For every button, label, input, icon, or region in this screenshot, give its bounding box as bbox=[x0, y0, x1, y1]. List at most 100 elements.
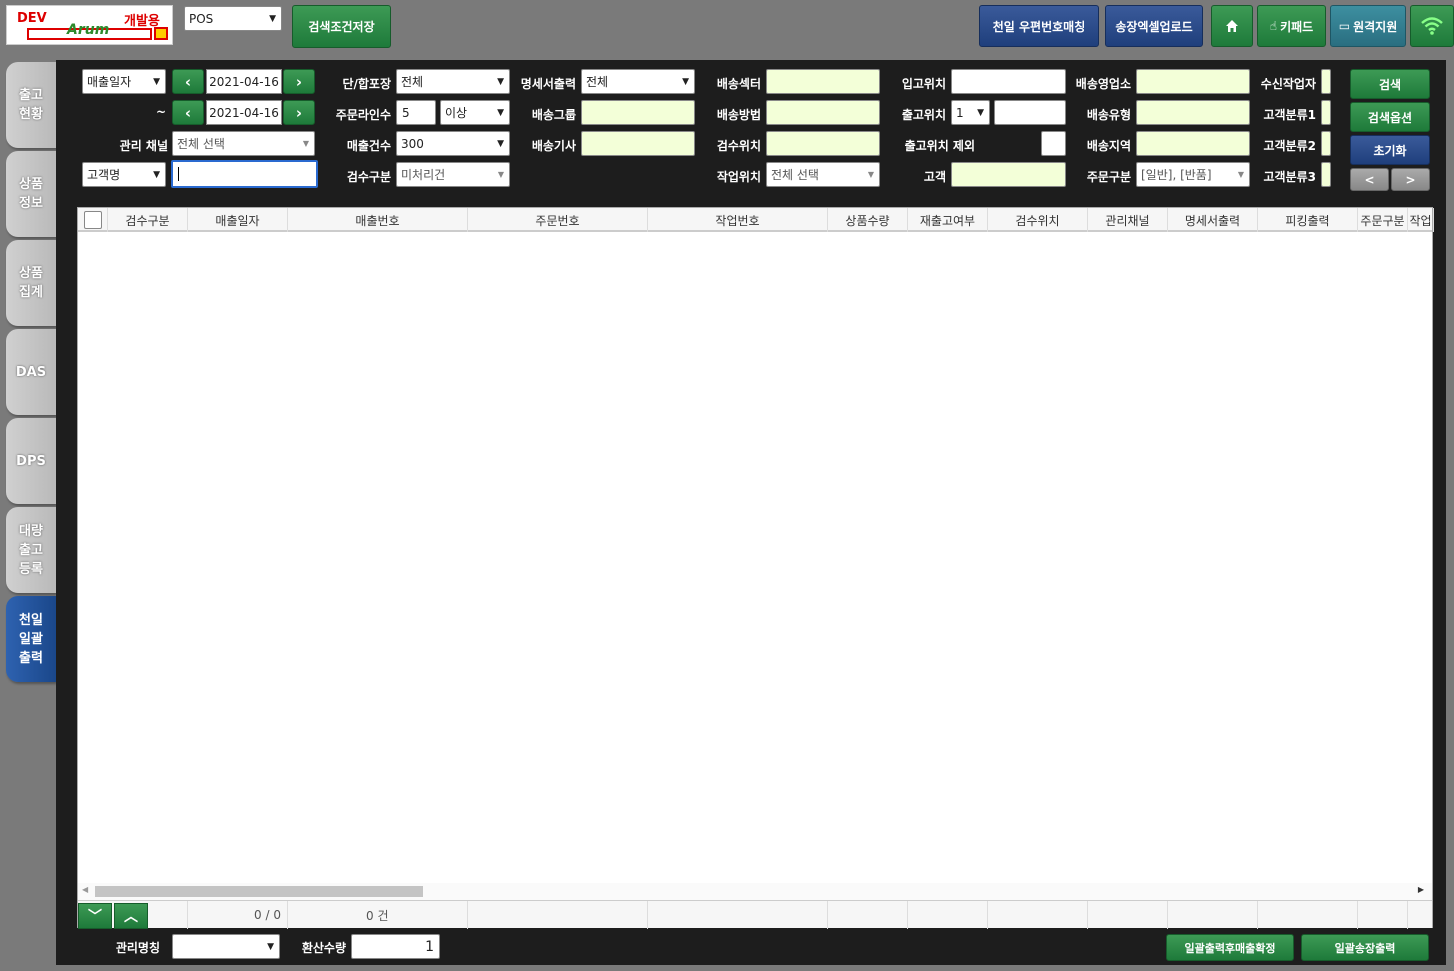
delivery-office-input[interactable] bbox=[1136, 69, 1250, 94]
outbound-loc-input[interactable] bbox=[994, 100, 1066, 125]
select-all-checkbox[interactable] bbox=[83, 211, 102, 229]
grid-header: 검수구분 매출일자 매출번호 주문번호 작업번호 상품수량 재출고여부 검수위치… bbox=[78, 208, 1434, 232]
sales-count-select[interactable]: 300 ▼ bbox=[396, 131, 510, 156]
home-button[interactable] bbox=[1211, 5, 1253, 47]
home-icon bbox=[1226, 20, 1238, 32]
date-from-next-button[interactable]: › bbox=[283, 69, 315, 94]
date-from-prev-button[interactable]: ‹ bbox=[172, 69, 204, 94]
delivery-region-input[interactable] bbox=[1136, 131, 1250, 156]
zip-match-button[interactable]: 천일 우편번호매칭 bbox=[979, 5, 1099, 47]
tab-dps[interactable]: DPS bbox=[6, 418, 56, 504]
tab-product-info[interactable]: 상품 정보 bbox=[6, 151, 56, 237]
wifi-icon bbox=[1421, 17, 1443, 35]
inbound-loc-input[interactable] bbox=[951, 69, 1066, 94]
batch-print-confirm-button[interactable]: 일괄출력후매출확정 bbox=[1166, 934, 1294, 961]
batch-invoice-print-button[interactable]: 일괄송장출력 bbox=[1301, 934, 1429, 961]
save-search-button[interactable]: 검색조건저장 bbox=[292, 5, 391, 48]
convert-qty-input[interactable]: 1 bbox=[351, 934, 440, 959]
cust-class3-input[interactable] bbox=[1321, 162, 1331, 187]
delivery-type-label: 배송유형 bbox=[1086, 108, 1131, 122]
pos-select[interactable]: POS ▼ bbox=[184, 6, 282, 31]
customer-type-select[interactable]: 고객명 ▼ bbox=[82, 162, 166, 187]
outbound-exclude-label: 출고위치 제외 bbox=[904, 139, 975, 153]
search-options-button[interactable]: 검색옵션 bbox=[1350, 102, 1430, 132]
inspect-type-select[interactable]: 미처리건 ▼ bbox=[396, 162, 510, 187]
cust-class2-input[interactable] bbox=[1321, 131, 1331, 156]
horizontal-scrollbar[interactable]: ◀ ▶ bbox=[78, 883, 1432, 900]
tab-product-summary[interactable]: 상품 집계 bbox=[6, 240, 56, 326]
work-loc-select[interactable]: 전체 선택 ▼ bbox=[766, 162, 880, 187]
col-picking[interactable]: 피킹출력 bbox=[1258, 208, 1358, 232]
order-lines-cond-select[interactable]: 이상 ▼ bbox=[440, 100, 510, 125]
col-order-type[interactable]: 주문구분 bbox=[1358, 208, 1408, 232]
order-lines-input[interactable]: 5 bbox=[396, 100, 436, 125]
col-channel[interactable]: 관리채널 bbox=[1088, 208, 1168, 232]
mgmt-name-select[interactable]: ▼ bbox=[172, 934, 280, 959]
statement-select[interactable]: 전체 ▼ bbox=[581, 69, 695, 94]
footer-cell bbox=[648, 901, 828, 929]
reset-button[interactable]: 초기화 bbox=[1350, 135, 1430, 165]
channel-value: 전체 선택 bbox=[177, 137, 225, 151]
tab-das[interactable]: DAS bbox=[6, 329, 56, 415]
inspect-loc-input[interactable] bbox=[766, 131, 880, 156]
scroll-right-icon[interactable]: ▶ bbox=[1418, 885, 1424, 894]
cust-class1-input[interactable] bbox=[1321, 100, 1331, 125]
tab-label: DPS bbox=[16, 453, 46, 469]
col-inspect-loc[interactable]: 검수위치 bbox=[988, 208, 1088, 232]
col-product-qty[interactable]: 상품수량 bbox=[828, 208, 908, 232]
scroll-left-icon[interactable]: ◀ bbox=[82, 885, 88, 894]
pack-label: 단/합포장 bbox=[342, 77, 391, 91]
scroll-up-button[interactable]: ︿ bbox=[114, 903, 148, 929]
col-work[interactable]: 작업 bbox=[1408, 208, 1434, 232]
date-to-input[interactable]: 2021-04-16 bbox=[206, 100, 282, 125]
chevron-down-icon: ﹀ bbox=[88, 909, 102, 925]
channel-select[interactable]: 전체 선택 ▼ bbox=[172, 131, 315, 156]
outbound-exclude-checkbox[interactable] bbox=[1041, 131, 1066, 156]
customer-input[interactable] bbox=[171, 160, 318, 188]
date-to-prev-button[interactable]: ‹ bbox=[172, 100, 204, 125]
tab-cheonil-batch-print[interactable]: 천일 일괄 출력 bbox=[6, 596, 56, 682]
date-type-select[interactable]: 매출일자 ▼ bbox=[82, 69, 166, 94]
inspect-type-label: 검수구분 bbox=[346, 170, 391, 184]
col-sales-date[interactable]: 매출일자 bbox=[188, 208, 288, 232]
tab-bulk-outbound[interactable]: 대량 출고 등록 bbox=[6, 507, 56, 593]
outbound-loc-select[interactable]: 1 ▼ bbox=[951, 100, 990, 125]
col-inspect-type[interactable]: 검수구분 bbox=[108, 208, 188, 232]
search-button[interactable]: 검색 bbox=[1350, 69, 1430, 99]
wifi-button[interactable] bbox=[1410, 5, 1454, 47]
chevron-down-icon: ▼ bbox=[497, 170, 504, 179]
customer-name-input[interactable] bbox=[951, 162, 1066, 187]
hand-pointer-icon: ☝ bbox=[1269, 19, 1278, 33]
scroll-down-button[interactable]: ﹀ bbox=[78, 903, 112, 929]
col-work-no[interactable]: 작업번호 bbox=[648, 208, 828, 232]
order-type-select[interactable]: [일반], [반품] ▼ bbox=[1136, 162, 1250, 187]
col-statement[interactable]: 명세서출력 bbox=[1168, 208, 1258, 232]
logo-mark: Arum bbox=[67, 22, 110, 38]
col-order-no[interactable]: 주문번호 bbox=[468, 208, 648, 232]
inspect-type-value: 미처리건 bbox=[401, 168, 446, 182]
inbound-loc-label: 입고위치 bbox=[901, 77, 946, 91]
delivery-driver-input[interactable] bbox=[581, 131, 695, 156]
receive-worker-input[interactable] bbox=[1321, 69, 1331, 94]
delivery-type-input[interactable] bbox=[1136, 100, 1250, 125]
delivery-sector-input[interactable] bbox=[766, 69, 880, 94]
delivery-method-input[interactable] bbox=[766, 100, 880, 125]
col-reship[interactable]: 재출고여부 bbox=[908, 208, 988, 232]
sales-count-label: 매출건수 bbox=[346, 139, 391, 153]
result-grid: 검수구분 매출일자 매출번호 주문번호 작업번호 상품수량 재출고여부 검수위치… bbox=[77, 207, 1434, 929]
delivery-group-input[interactable] bbox=[581, 100, 695, 125]
keypad-button[interactable]: ☝ 키패드 bbox=[1257, 5, 1326, 47]
scrollbar-thumb[interactable] bbox=[95, 886, 423, 897]
prev-page-button[interactable]: < bbox=[1350, 168, 1389, 191]
remote-support-button[interactable]: ▭ 원격지원 bbox=[1330, 5, 1406, 47]
date-from-input[interactable]: 2021-04-16 bbox=[206, 69, 282, 94]
tab-outbound-status[interactable]: 출고 현황 bbox=[6, 62, 56, 148]
next-page-button[interactable]: > bbox=[1391, 168, 1430, 191]
date-to-next-button[interactable]: › bbox=[283, 100, 315, 125]
pack-select[interactable]: 전체 ▼ bbox=[396, 69, 510, 94]
keypad-label: 키패드 bbox=[1280, 19, 1314, 34]
col-sales-no[interactable]: 매출번호 bbox=[288, 208, 468, 232]
grid-footer: 0 / 0 0 건 bbox=[78, 900, 1432, 929]
chevron-down-icon: ▼ bbox=[302, 139, 309, 148]
excel-upload-button[interactable]: 송장엑셀업로드 bbox=[1105, 5, 1203, 47]
